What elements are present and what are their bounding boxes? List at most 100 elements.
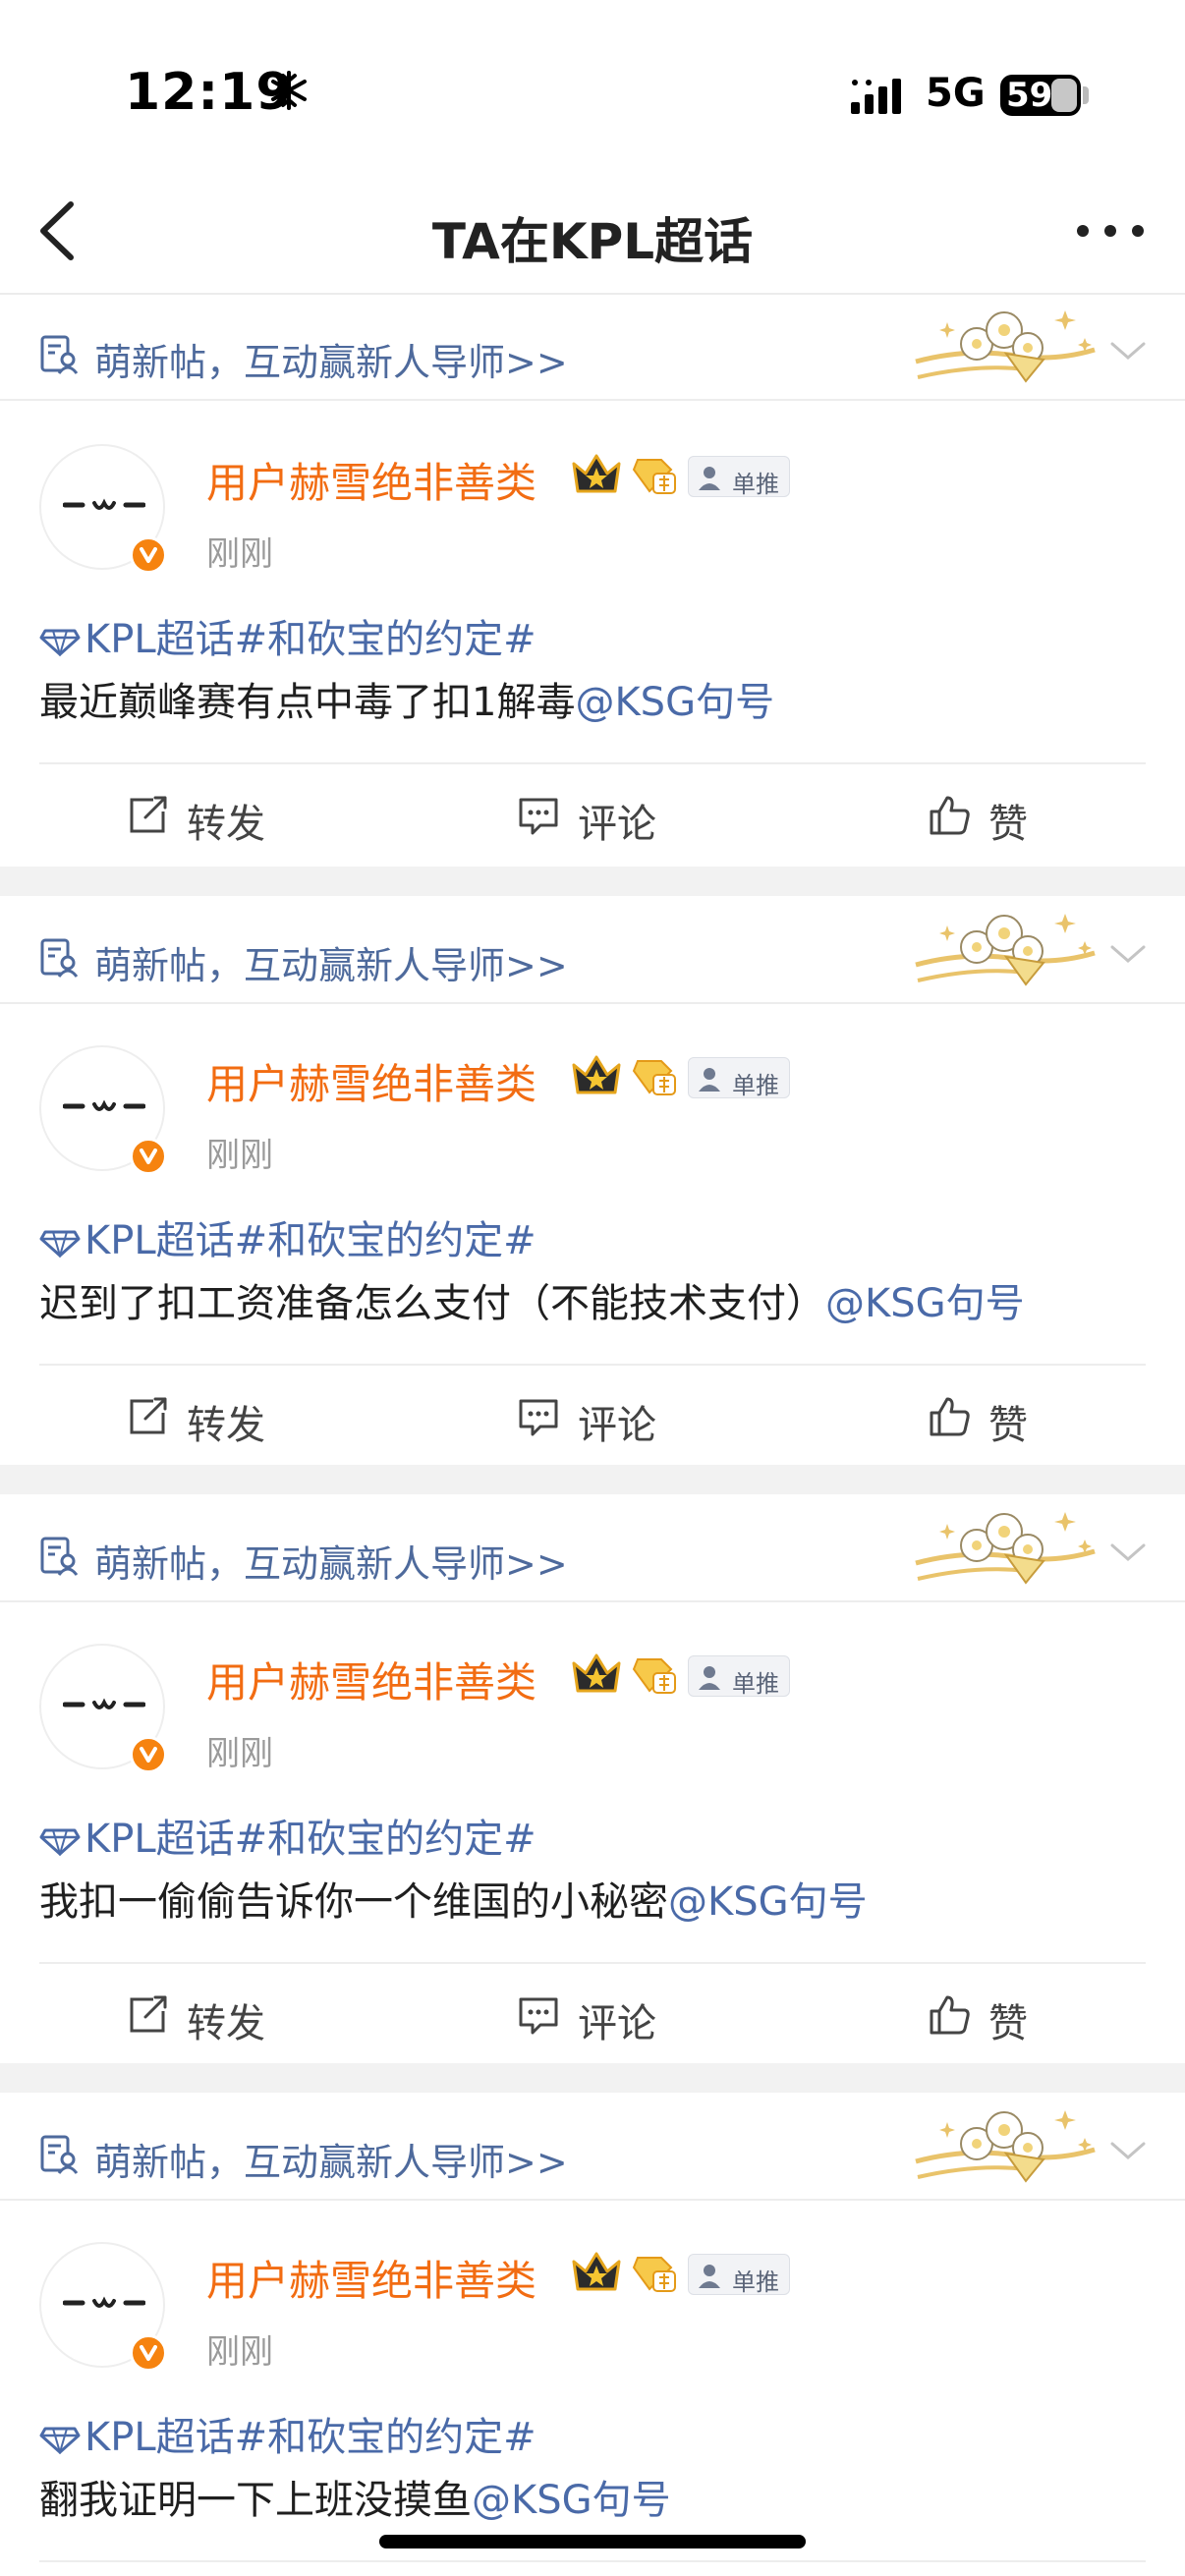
diamond-icon xyxy=(39,2427,81,2454)
post-text: 翻我证明一下上班没摸鱼@KSG句号 xyxy=(39,2468,671,2525)
post-badge-icon xyxy=(40,2135,79,2174)
post-time: 刚刚 xyxy=(206,1136,273,1175)
crown-badge-icon xyxy=(572,1653,621,1693)
comment-button[interactable]: 评论 xyxy=(517,1385,684,1454)
post-card[interactable]: 萌新帖，互动赢新人导师>> 用户赫雪绝非善类 单推 刚刚 KPL超话#和砍宝的约… xyxy=(0,896,1185,1465)
battery-tip xyxy=(1083,86,1089,104)
avatar-face xyxy=(63,1698,145,1709)
repost-label: 转发 xyxy=(187,802,265,847)
like-label: 赞 xyxy=(988,802,1028,847)
divider xyxy=(39,1962,1146,1964)
fan-tag-label: 单推 xyxy=(732,2268,779,2296)
banner-text: 萌新帖，互动赢新人导师>> xyxy=(94,2141,568,2184)
page-title: TA在KPL超话 xyxy=(431,213,754,270)
post-time: 刚刚 xyxy=(206,1734,273,1773)
person-icon xyxy=(699,2265,720,2288)
mention-link[interactable]: @KSG句号 xyxy=(575,680,774,725)
avatar[interactable] xyxy=(39,1045,167,1175)
fan-tag-label: 单推 xyxy=(732,1670,779,1698)
like-button[interactable]: 赞 xyxy=(928,1984,1055,2052)
topic-text[interactable]: KPL超话#和砍宝的约定# xyxy=(85,617,536,662)
avatar[interactable] xyxy=(39,444,167,574)
avatar[interactable] xyxy=(39,1644,167,1773)
post-card[interactable]: 萌新帖，互动赢新人导师>> 用户赫雪绝非善类 单推 刚刚 KPL超话#和砍宝的约… xyxy=(0,295,1185,867)
comment-button[interactable]: 评论 xyxy=(517,784,684,853)
user-name[interactable]: 用户赫雪绝非善类 xyxy=(206,2248,536,2308)
mention-link[interactable]: @KSG句号 xyxy=(825,1281,1025,1326)
topic-link[interactable]: KPL超话#和砍宝的约定# xyxy=(39,2405,536,2462)
post-body: 我扣一偷偷告诉你一个维国的小秘密 xyxy=(39,1879,668,1925)
newbie-banner[interactable]: 萌新帖，互动赢新人导师>> xyxy=(0,1494,1185,1602)
chevron-down-icon[interactable] xyxy=(1108,2138,1148,2163)
crown-badge-icon xyxy=(572,2252,621,2291)
mention-link[interactable]: @KSG句号 xyxy=(668,1879,868,1925)
chevron-down-icon[interactable] xyxy=(1108,941,1148,967)
topic-text[interactable]: KPL超话#和砍宝的约定# xyxy=(85,1218,536,1263)
home-indicator[interactable] xyxy=(379,2535,806,2548)
topic-link[interactable]: KPL超话#和砍宝的约定# xyxy=(39,1208,536,1265)
post-card[interactable]: 萌新帖，互动赢新人导师>> 用户赫雪绝非善类 单推 刚刚 KPL超话#和砍宝的约… xyxy=(0,1494,1185,2063)
gem-badge-icon xyxy=(632,459,676,494)
fan-tag: 单推 xyxy=(688,2254,790,2296)
avatar[interactable] xyxy=(39,2242,167,2372)
user-name[interactable]: 用户赫雪绝非善类 xyxy=(206,1051,536,1111)
nav-bar: TA在KPL超话 xyxy=(0,167,1185,295)
comment-icon xyxy=(519,1997,558,2035)
verified-badge-icon xyxy=(130,1736,167,1773)
like-button[interactable]: 赞 xyxy=(928,1385,1055,1454)
post-card[interactable]: 萌新帖，互动赢新人导师>> 用户赫雪绝非善类 单推 刚刚 KPL超话#和砍宝的约… xyxy=(0,2093,1185,2576)
more-icon[interactable] xyxy=(1071,216,1150,246)
divider xyxy=(39,1364,1146,1366)
post-body: 翻我证明一下上班没摸鱼 xyxy=(39,2478,472,2523)
repost-button[interactable]: 转发 xyxy=(126,784,293,853)
app-screen: 12:19 5G 59 TA在KPL超话 萌新帖，互动赢新人导师>> 用户赫雪绝… xyxy=(0,0,1185,2576)
comment-button[interactable]: 评论 xyxy=(517,1984,684,2052)
post-text: 最近巅峰赛有点中毒了扣1解毒@KSG句号 xyxy=(39,670,774,727)
gem-badge-icon xyxy=(632,2257,676,2292)
network-type: 5G xyxy=(926,71,986,116)
repost-icon xyxy=(130,1995,167,2033)
newbie-banner[interactable]: 萌新帖，互动赢新人导师>> xyxy=(0,2093,1185,2201)
post-time: 刚刚 xyxy=(206,534,273,574)
topic-link[interactable]: KPL超话#和砍宝的约定# xyxy=(39,607,536,664)
chevron-down-icon[interactable] xyxy=(1108,338,1148,364)
crown-badge-icon xyxy=(572,1055,621,1094)
post-body: 迟到了扣工资准备怎么支付（不能技术支付） xyxy=(39,1281,825,1326)
banner-text: 萌新帖，互动赢新人导师>> xyxy=(94,341,568,384)
user-name[interactable]: 用户赫雪绝非善类 xyxy=(206,450,536,510)
thumbs-up-icon xyxy=(930,1995,970,2035)
verified-badge-icon xyxy=(130,536,167,574)
feed[interactable]: 萌新帖，互动赢新人导师>> 用户赫雪绝非善类 单推 刚刚 KPL超话#和砍宝的约… xyxy=(0,295,1185,2576)
repost-button[interactable]: 转发 xyxy=(126,1984,293,2052)
comment-label: 评论 xyxy=(578,1403,656,1448)
thumbs-up-icon xyxy=(930,1397,970,1436)
newbie-banner[interactable]: 萌新帖，互动赢新人导师>> xyxy=(0,295,1185,401)
fan-tag-label: 单推 xyxy=(732,471,779,498)
gem-badge-icon xyxy=(632,1658,676,1694)
newbie-banner[interactable]: 萌新帖，互动赢新人导师>> xyxy=(0,896,1185,1004)
person-icon xyxy=(699,1666,720,1690)
topic-link[interactable]: KPL超话#和砍宝的约定# xyxy=(39,1807,536,1864)
repost-button[interactable]: 转发 xyxy=(126,1385,293,1454)
gem-badge-icon xyxy=(632,1060,676,1095)
repost-label: 转发 xyxy=(187,1403,265,1448)
snowflake-icon xyxy=(271,71,307,110)
post-badge-icon xyxy=(40,1537,79,1576)
chevron-down-icon[interactable] xyxy=(1108,1540,1148,1565)
topic-text[interactable]: KPL超话#和砍宝的约定# xyxy=(85,2415,536,2460)
mention-link[interactable]: @KSG句号 xyxy=(472,2478,671,2523)
post-time: 刚刚 xyxy=(206,2332,273,2372)
repost-icon xyxy=(130,796,167,833)
topic-text[interactable]: KPL超话#和砍宝的约定# xyxy=(85,1817,536,1862)
fan-tag-label: 单推 xyxy=(732,1072,779,1099)
avatar-face xyxy=(63,2296,145,2308)
verified-badge-icon xyxy=(130,2334,167,2372)
fan-tag: 单推 xyxy=(688,1057,790,1099)
person-icon xyxy=(699,1068,720,1092)
comment-label: 评论 xyxy=(578,2001,656,2046)
divider xyxy=(39,762,1146,764)
bouquet-illustration xyxy=(915,310,1096,383)
user-name[interactable]: 用户赫雪绝非善类 xyxy=(206,1650,536,1709)
comment-icon xyxy=(519,1399,558,1436)
like-button[interactable]: 赞 xyxy=(928,784,1055,853)
